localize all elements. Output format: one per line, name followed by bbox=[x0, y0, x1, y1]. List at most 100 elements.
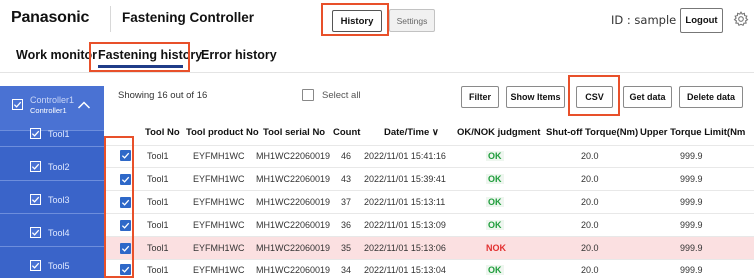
controller-checkbox[interactable] bbox=[12, 99, 23, 110]
cell-tool-no: Tool1 bbox=[147, 151, 169, 161]
cell-serial: MH1WC22060019 bbox=[256, 151, 331, 161]
filter-button[interactable]: Filter bbox=[461, 86, 499, 108]
delete-data-button[interactable]: Delete data bbox=[679, 86, 743, 108]
fastening-history-highlight-box bbox=[89, 42, 190, 72]
chevron-up-icon[interactable] bbox=[77, 97, 91, 109]
sidebar-item-tool1[interactable]: Tool1 bbox=[48, 129, 70, 139]
cell-product: EYFMH1WC bbox=[193, 220, 245, 230]
sidebar-item-tool3[interactable]: Tool3 bbox=[48, 195, 70, 205]
get-data-button[interactable]: Get data bbox=[623, 86, 672, 108]
history-highlight-box bbox=[321, 3, 389, 36]
column-header-shutoff-torque[interactable]: Shut-off Torque(Nm) bbox=[546, 127, 638, 138]
cell-torque: 20.0 bbox=[581, 197, 599, 207]
cell-datetime: 2022/11/01 15:13:09 bbox=[364, 220, 446, 230]
sidebar-divider bbox=[0, 180, 104, 181]
column-header-count[interactable]: Count bbox=[333, 127, 360, 138]
cell-tool-no: Tool1 bbox=[147, 243, 169, 253]
checkmark-icon bbox=[31, 262, 40, 269]
column-header-tool-no[interactable]: Tool No bbox=[145, 127, 180, 138]
select-all-label: Select all bbox=[322, 90, 361, 101]
cell-count: 34 bbox=[341, 265, 352, 275]
brand-logo: Panasonic bbox=[11, 9, 90, 26]
column-header-tool-serial-no[interactable]: Tool serial No bbox=[263, 127, 325, 138]
record-count: Showing 16 out of 16 bbox=[118, 90, 208, 101]
cell-torque: 20.0 bbox=[581, 174, 599, 184]
tool5-checkbox[interactable] bbox=[30, 260, 41, 271]
cell-count: 46 bbox=[341, 151, 352, 161]
tool4-checkbox[interactable] bbox=[30, 227, 41, 238]
column-header-upper-torque-limit[interactable]: Upper Torque Limit(Nm bbox=[640, 127, 754, 138]
cell-datetime: 2022/11/01 15:39:41 bbox=[364, 174, 446, 184]
controller-subname: Controller1 bbox=[30, 106, 67, 115]
cell-serial: MH1WC22060019 bbox=[256, 220, 331, 230]
cell-serial: MH1WC22060019 bbox=[256, 174, 331, 184]
checkmark-icon bbox=[31, 130, 40, 137]
cell-datetime: 2022/11/01 15:13:11 bbox=[364, 197, 446, 207]
checkmark-icon bbox=[13, 101, 22, 108]
column-header-judgment[interactable]: OK/NOK judgment bbox=[457, 127, 540, 138]
settings-button[interactable]: Settings bbox=[389, 9, 435, 32]
status-badge: OK bbox=[486, 151, 504, 161]
header-divider bbox=[110, 6, 111, 32]
select-all-checkbox[interactable] bbox=[302, 89, 314, 101]
cell-product: EYFMH1WC bbox=[193, 174, 245, 184]
cell-datetime: 2022/11/01 15:13:04 bbox=[364, 265, 446, 275]
checkmark-icon bbox=[31, 196, 40, 203]
cell-upper-limit: 999.9 bbox=[680, 265, 703, 275]
logout-button[interactable]: Logout bbox=[680, 8, 723, 33]
cell-serial: MH1WC22060019 bbox=[256, 197, 331, 207]
cell-torque: 20.0 bbox=[581, 265, 599, 275]
cell-product: EYFMH1WC bbox=[193, 243, 245, 253]
status-badge: NOK bbox=[486, 243, 506, 253]
tool3-checkbox[interactable] bbox=[30, 194, 41, 205]
tool2-checkbox[interactable] bbox=[30, 161, 41, 172]
cell-count: 35 bbox=[341, 243, 352, 253]
cell-upper-limit: 999.9 bbox=[680, 174, 703, 184]
cell-upper-limit: 999.9 bbox=[680, 151, 703, 161]
cell-tool-no: Tool1 bbox=[147, 197, 169, 207]
cell-count: 36 bbox=[341, 220, 352, 230]
csv-highlight-box bbox=[568, 75, 620, 116]
cell-torque: 20.0 bbox=[581, 151, 599, 161]
sidebar-item-tool2[interactable]: Tool2 bbox=[48, 162, 70, 172]
cell-datetime: 2022/11/01 15:13:06 bbox=[364, 243, 446, 253]
checkmark-icon bbox=[31, 163, 40, 170]
cell-product: EYFMH1WC bbox=[193, 151, 245, 161]
status-badge: OK bbox=[486, 265, 504, 275]
gear-icon[interactable] bbox=[733, 11, 749, 27]
cell-product: EYFMH1WC bbox=[193, 197, 245, 207]
checkbox-column-highlight-box bbox=[104, 136, 134, 278]
status-badge: OK bbox=[486, 197, 504, 207]
cell-serial: MH1WC22060019 bbox=[256, 265, 331, 275]
tab-error-history[interactable]: Error history bbox=[201, 48, 277, 62]
cell-torque: 20.0 bbox=[581, 243, 599, 253]
cell-upper-limit: 999.9 bbox=[680, 220, 703, 230]
cell-product: EYFMH1WC bbox=[193, 265, 245, 275]
cell-upper-limit: 999.9 bbox=[680, 197, 703, 207]
column-header-datetime[interactable]: Date/Time ∨ bbox=[384, 127, 439, 138]
cell-count: 37 bbox=[341, 197, 352, 207]
cell-count: 43 bbox=[341, 174, 352, 184]
checkmark-icon bbox=[31, 229, 40, 236]
cell-datetime: 2022/11/01 15:41:16 bbox=[364, 151, 446, 161]
sidebar-divider bbox=[0, 213, 104, 214]
cell-torque: 20.0 bbox=[581, 220, 599, 230]
sidebar-item-tool5[interactable]: Tool5 bbox=[48, 261, 70, 271]
status-badge: OK bbox=[486, 174, 504, 184]
cell-tool-no: Tool1 bbox=[147, 265, 169, 275]
column-header-tool-product-no[interactable]: Tool product No bbox=[186, 127, 259, 138]
tab-work-monitor[interactable]: Work monitor bbox=[16, 48, 97, 62]
cell-upper-limit: 999.9 bbox=[680, 243, 703, 253]
show-items-button[interactable]: Show Items bbox=[506, 86, 565, 108]
cell-tool-no: Tool1 bbox=[147, 220, 169, 230]
status-badge: OK bbox=[486, 220, 504, 230]
sidebar-item-tool4[interactable]: Tool4 bbox=[48, 228, 70, 238]
user-id: ID : sample bbox=[611, 13, 677, 27]
cell-tool-no: Tool1 bbox=[147, 174, 169, 184]
sidebar-divider bbox=[0, 246, 104, 247]
controller-name: Controller1 bbox=[30, 95, 75, 105]
cell-serial: MH1WC22060019 bbox=[256, 243, 331, 253]
tool1-checkbox[interactable] bbox=[30, 128, 41, 139]
sidebar-divider bbox=[0, 146, 104, 147]
app-title: Fastening Controller bbox=[122, 10, 255, 25]
